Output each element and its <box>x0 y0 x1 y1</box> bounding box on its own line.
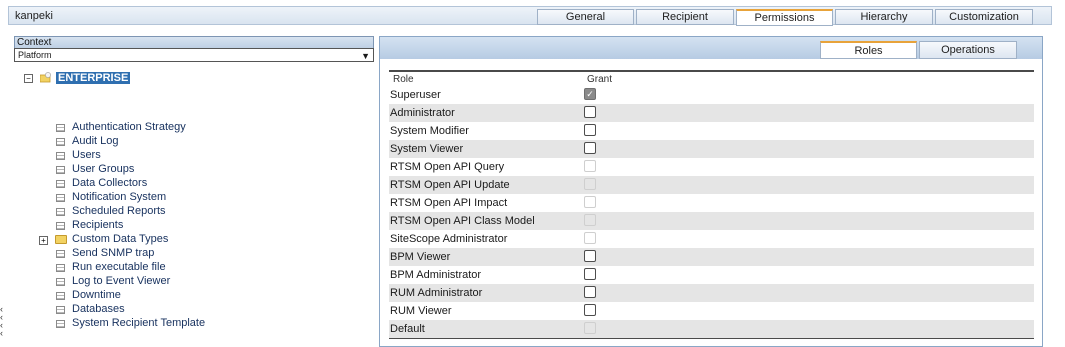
role-name: Administrator <box>390 107 455 119</box>
document-icon <box>56 320 65 328</box>
table-header: Role Grant <box>389 72 1034 86</box>
table-row: RUM Viewer <box>389 302 1034 320</box>
grant-checkbox[interactable] <box>584 268 596 280</box>
context-select[interactable]: Platform ▼ <box>14 48 374 62</box>
tab-operations[interactable]: Operations <box>919 41 1017 59</box>
role-name: RUM Viewer <box>390 305 452 317</box>
role-name: Default <box>390 323 425 335</box>
role-name: RTSM Open API Query <box>390 161 505 173</box>
table-row: RUM Administrator <box>389 284 1034 302</box>
table-row: RTSM Open API Impact <box>389 194 1034 212</box>
tree-root[interactable]: ENTERPRISE <box>56 72 131 85</box>
tab-roles[interactable]: Roles <box>820 41 917 59</box>
roles-panel: Roles Operations Role Grant Superuser ✓ … <box>379 36 1043 347</box>
document-icon <box>56 208 65 216</box>
table-row: System Modifier <box>389 122 1034 140</box>
chevron-down-icon: ▼ <box>361 51 370 61</box>
tree-item-notification-system[interactable]: Notification System <box>72 191 166 204</box>
tree-item-downtime[interactable]: Downtime <box>72 289 121 302</box>
role-name: RTSM Open API Class Model <box>390 215 535 227</box>
roles-panel-header: Roles Operations <box>380 37 1042 59</box>
document-icon <box>56 166 65 174</box>
roles-table: Role Grant Superuser ✓ Administrator Sys… <box>389 70 1034 339</box>
grant-checkbox-disabled <box>584 232 596 244</box>
tab-customization[interactable]: Customization <box>935 9 1033 25</box>
grant-checkbox[interactable] <box>584 106 596 118</box>
title-bar: kanpeki General Recipient Permissions Hi… <box>8 6 1052 26</box>
table-row: System Viewer <box>389 140 1034 158</box>
role-name: SiteScope Administrator <box>390 233 508 245</box>
role-name: RTSM Open API Impact <box>390 197 508 209</box>
table-row: Default <box>389 320 1034 338</box>
grant-checkbox[interactable] <box>584 250 596 262</box>
grant-checkbox[interactable] <box>584 124 596 136</box>
folder-icon <box>55 235 67 244</box>
grant-checkbox[interactable] <box>584 286 596 298</box>
collapse-enterprise-icon[interactable]: − <box>24 74 33 83</box>
table-row: Administrator <box>389 104 1034 122</box>
tree-item-scheduled-reports[interactable]: Scheduled Reports <box>72 205 166 218</box>
document-icon <box>56 124 65 132</box>
grant-checkbox-disabled <box>584 178 596 190</box>
column-header-grant: Grant <box>587 74 613 85</box>
document-icon <box>56 278 65 286</box>
table-row: BPM Administrator <box>389 266 1034 284</box>
context-panel: Context Platform ▼ − ENTERPRISE Authenti… <box>14 36 374 347</box>
role-name: RTSM Open API Update <box>390 179 510 191</box>
document-icon <box>56 152 65 160</box>
role-name: Superuser <box>390 89 441 101</box>
grant-checkbox-disabled <box>584 322 596 334</box>
tree-item-recipients[interactable]: Recipients <box>72 219 123 232</box>
document-icon <box>56 306 65 314</box>
document-icon <box>56 292 65 300</box>
column-header-role: Role <box>393 74 414 85</box>
tree-item-users[interactable]: Users <box>72 149 101 162</box>
role-name: System Viewer <box>390 143 464 155</box>
grant-checkbox-disabled <box>584 160 596 172</box>
tree-item-authentication-strategy[interactable]: Authentication Strategy <box>72 121 186 134</box>
table-row: RTSM Open API Query <box>389 158 1034 176</box>
tab-recipient[interactable]: Recipient <box>636 9 734 25</box>
tree-item-user-groups[interactable]: User Groups <box>72 163 134 176</box>
document-icon <box>56 180 65 188</box>
role-name: BPM Administrator <box>390 269 482 281</box>
document-icon <box>56 250 65 258</box>
tree-item-log-to-event-viewer[interactable]: Log to Event Viewer <box>72 275 170 288</box>
tree-item-send-snmp-trap[interactable]: Send SNMP trap <box>72 247 154 260</box>
grant-checkbox-disabled <box>584 196 596 208</box>
document-icon <box>56 222 65 230</box>
context-selected-value: Platform <box>18 50 52 60</box>
table-row: BPM Viewer <box>389 248 1034 266</box>
tab-permissions[interactable]: Permissions <box>736 9 833 26</box>
grant-checkbox[interactable] <box>584 304 596 316</box>
grant-checkbox[interactable]: ✓ <box>584 88 596 100</box>
role-name: BPM Viewer <box>390 251 451 263</box>
tree-item-run-executable-file[interactable]: Run executable file <box>72 261 166 274</box>
document-icon <box>56 264 65 272</box>
document-icon <box>56 194 65 202</box>
expand-custom-data-types-icon[interactable]: + <box>39 236 48 245</box>
table-row: Superuser ✓ <box>389 86 1034 104</box>
context-header: Context <box>14 36 374 48</box>
enterprise-icon <box>40 72 51 83</box>
role-name: System Modifier <box>390 125 469 137</box>
table-row: SiteScope Administrator <box>389 230 1034 248</box>
table-bottom-border <box>389 338 1034 339</box>
user-name: kanpeki <box>15 10 53 22</box>
table-row: RTSM Open API Update <box>389 176 1034 194</box>
splitter-handle[interactable]: ‹ ‹ ‹ ‹ <box>0 305 6 347</box>
tree-item-system-recipient-template[interactable]: System Recipient Template <box>72 317 205 330</box>
grant-checkbox-disabled <box>584 214 596 226</box>
tab-general[interactable]: General <box>537 9 634 25</box>
tree-root-label: ENTERPRISE <box>56 72 131 84</box>
tab-hierarchy[interactable]: Hierarchy <box>835 9 933 25</box>
tree-item-databases[interactable]: Databases <box>72 303 125 316</box>
grant-checkbox[interactable] <box>584 142 596 154</box>
tree-item-audit-log[interactable]: Audit Log <box>72 135 118 148</box>
role-name: RUM Administrator <box>390 287 483 299</box>
table-row: RTSM Open API Class Model <box>389 212 1034 230</box>
tree-item-custom-data-types[interactable]: Custom Data Types <box>72 233 168 246</box>
document-icon <box>56 138 65 146</box>
tree-item-data-collectors[interactable]: Data Collectors <box>72 177 147 190</box>
